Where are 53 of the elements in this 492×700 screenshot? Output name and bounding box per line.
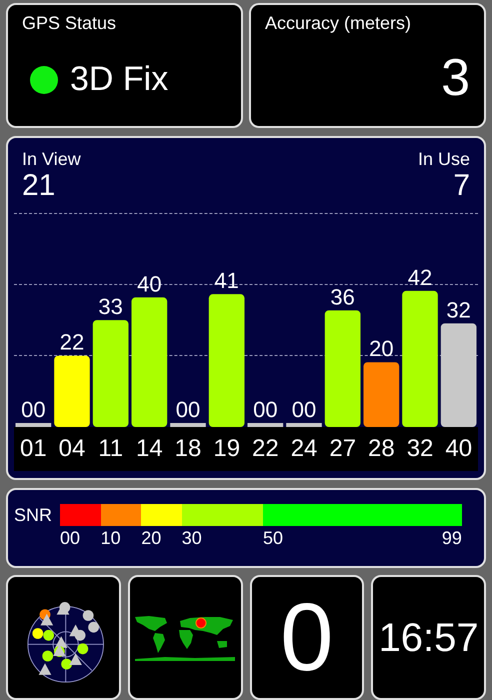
bar-value: 00 bbox=[253, 397, 278, 422]
bar-value: 00 bbox=[176, 397, 200, 422]
satellite-dot bbox=[83, 610, 94, 620]
counter-value: 0 bbox=[280, 590, 334, 686]
snr-label: SNR bbox=[14, 504, 54, 526]
bar-value: 20 bbox=[369, 336, 394, 362]
scale-value: 50 bbox=[262, 528, 284, 549]
satellite-dot bbox=[88, 621, 100, 632]
in-use-count: 7 bbox=[453, 170, 470, 202]
satellite-id: 14 bbox=[135, 435, 164, 463]
fix-status: 3D Fix bbox=[70, 60, 168, 99]
satellite-id: 18 bbox=[174, 435, 202, 463]
bar-value: 41 bbox=[214, 268, 239, 294]
satellite-dot bbox=[32, 628, 44, 638]
satellite-dot bbox=[78, 642, 89, 654]
in-view-label: In View bbox=[22, 149, 81, 170]
scale-value: 10 bbox=[100, 528, 121, 549]
satellite-id: 01 bbox=[18, 435, 48, 463]
scale-value: 30 bbox=[182, 528, 202, 549]
satellite-id: 28 bbox=[367, 435, 396, 463]
satellite-id: 32 bbox=[406, 435, 434, 463]
satellite-dot bbox=[75, 629, 86, 640]
satellite-triangle bbox=[39, 662, 52, 674]
bar-value: 32 bbox=[446, 297, 471, 322]
satellite-id: 22 bbox=[251, 435, 280, 463]
bar-value: 00 bbox=[292, 397, 316, 422]
clock-time: 16:57 bbox=[378, 618, 479, 658]
satellite-id: 11 bbox=[97, 435, 124, 463]
in-view-count: 21 bbox=[22, 170, 56, 202]
scale-value: 20 bbox=[141, 528, 162, 549]
in-use-label: In Use bbox=[418, 149, 470, 170]
bar-value: 22 bbox=[60, 330, 84, 355]
satellite-triangle bbox=[55, 636, 68, 648]
satellite-dot bbox=[42, 650, 54, 661]
bar-value: 42 bbox=[408, 264, 432, 290]
satellite-dot bbox=[62, 658, 72, 669]
accuracy-label: Accuracy (meters) bbox=[265, 13, 412, 34]
accuracy-value: 3 bbox=[441, 48, 470, 108]
bar-value: 00 bbox=[21, 397, 46, 422]
bar-value: 33 bbox=[98, 294, 123, 320]
gps-status-label: GPS Status bbox=[22, 13, 116, 33]
satellite-id: 04 bbox=[58, 435, 86, 463]
satellite-id: 40 bbox=[444, 435, 474, 463]
scale-value: 99 bbox=[442, 528, 462, 549]
satellite-triangle bbox=[70, 652, 82, 664]
bar-value: 40 bbox=[137, 271, 162, 296]
scale-value: 00 bbox=[60, 528, 80, 549]
satellite-dot bbox=[44, 629, 54, 640]
satellite-id: 19 bbox=[212, 435, 242, 463]
bar-value: 36 bbox=[330, 284, 355, 310]
satellite-id: 27 bbox=[328, 435, 358, 463]
satellite-id: 24 bbox=[290, 435, 318, 463]
satellite-triangle bbox=[40, 613, 54, 625]
